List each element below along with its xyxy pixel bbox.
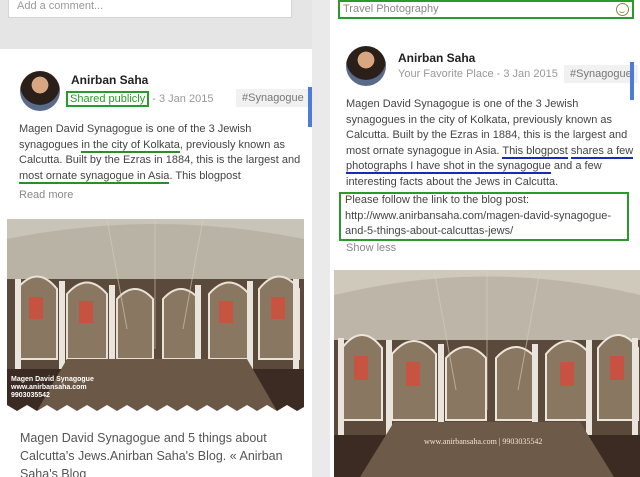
meta-separator: - <box>493 68 504 80</box>
avatar[interactable] <box>20 71 60 111</box>
photo-watermark: Magen David Synagogue www.anirbansaha.co… <box>11 376 94 399</box>
annotation-underline-blogpost: This blogpost <box>502 144 568 159</box>
annotation-underline-city: in the city of Kolkata <box>81 138 180 153</box>
smiley-icon[interactable] <box>616 3 629 16</box>
post-card: Anirban Saha Shared publicly - 3 Jan 201… <box>0 49 312 477</box>
photo-watermark: www.anirbansaha.com | 9903035542 <box>424 437 543 446</box>
blog-link-block: Please follow the link to the blog post:… <box>345 193 627 240</box>
annotation-underline-ornate: most ornate synagogue in Asia <box>19 169 170 184</box>
post-date[interactable]: 3 Jan 2015 <box>159 93 213 105</box>
avatar[interactable] <box>346 46 386 86</box>
visibility-label[interactable]: Shared publicly <box>66 91 150 107</box>
post-meta: Shared publicly - 3 Jan 2015 <box>66 91 213 107</box>
read-more-link[interactable]: Read more <box>19 189 73 201</box>
column-gutter <box>312 0 330 477</box>
blog-post-url[interactable]: http://www.anirbansaha.com/magen-david-s… <box>345 209 627 240</box>
hashtag-chip[interactable]: #Synagogue <box>236 89 310 107</box>
link-preview-title[interactable]: Magen David Synagogue and 5 things about… <box>20 429 305 477</box>
add-comment-input[interactable]: Add a comment... <box>8 0 292 18</box>
card-accent-edge <box>630 62 634 100</box>
hashtag-chip[interactable]: #Synagogue <box>564 65 638 83</box>
collection-name: Travel Photography <box>343 3 439 15</box>
link-intro-text: Please follow the link to the blog post: <box>345 194 530 206</box>
post-text: Magen David Synagogue is one of the 3 Je… <box>19 123 301 184</box>
post-date[interactable]: 3 Jan 2015 <box>503 68 557 80</box>
synagogue-photo[interactable]: Magen David Synagogue www.anirbansaha.co… <box>7 219 304 411</box>
collection-bar[interactable]: Travel Photography <box>338 0 634 19</box>
post-text: Magen David Synagogue is one of the 3 Je… <box>346 98 634 188</box>
synagogue-photo[interactable]: www.anirbansaha.com | 9903035542 <box>334 270 640 477</box>
meta-separator: - <box>149 93 159 105</box>
show-less-link[interactable]: Show less <box>346 242 396 254</box>
right-column: Anirban Saha Your Favorite Place - 3 Jan… <box>330 0 640 477</box>
collection-link[interactable]: Your Favorite Place <box>398 68 494 80</box>
author-name[interactable]: Anirban Saha <box>71 73 148 87</box>
author-name[interactable]: Anirban Saha <box>398 51 475 65</box>
left-column: Add a comment... Anirban Saha Shared pub… <box>0 0 312 477</box>
post-meta: Your Favorite Place - 3 Jan 2015 <box>398 68 558 80</box>
